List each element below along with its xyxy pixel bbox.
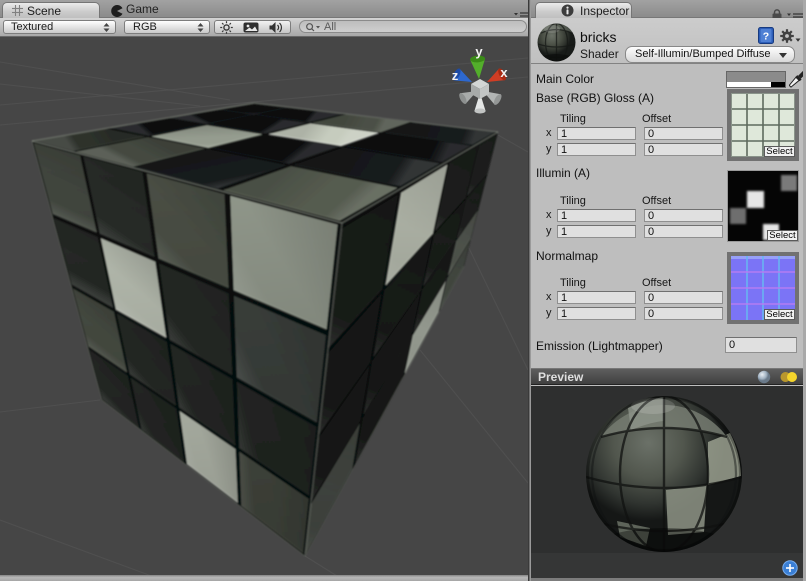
svg-text:z: z — [452, 68, 459, 83]
svg-text:x: x — [500, 65, 508, 80]
svg-text:?: ? — [763, 31, 769, 43]
svg-text:y: y — [475, 44, 483, 59]
